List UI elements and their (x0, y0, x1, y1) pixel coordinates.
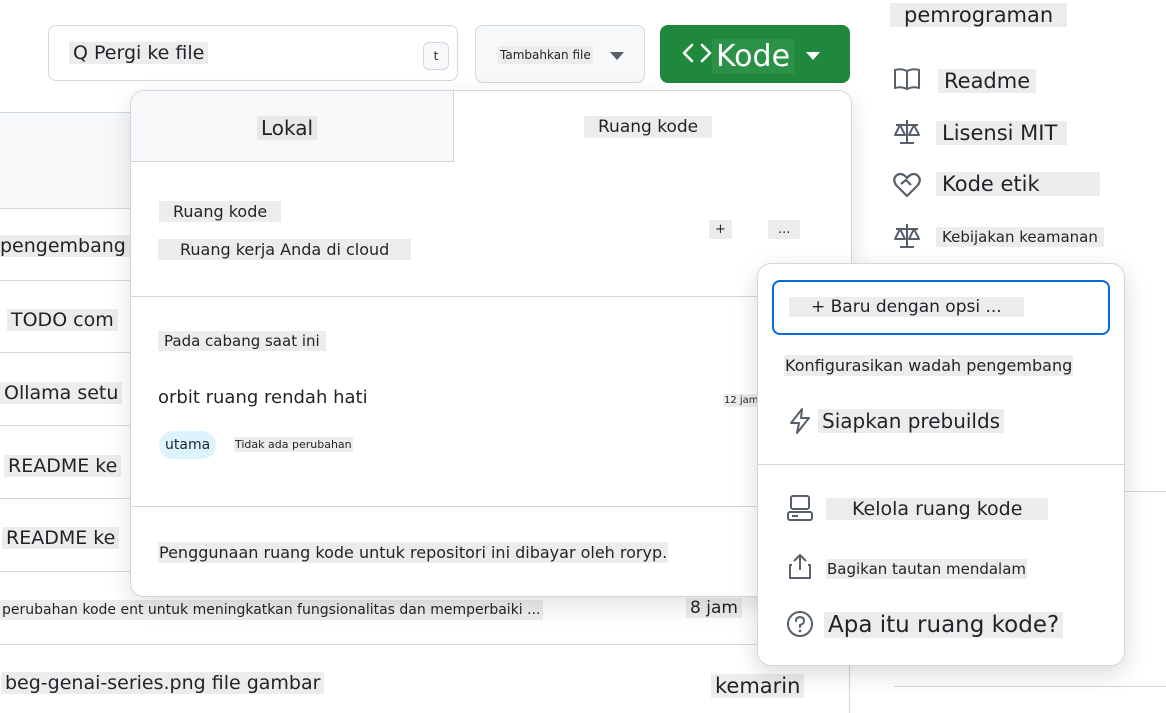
code-icon (682, 43, 712, 63)
branch-badge: utama (159, 431, 217, 459)
sidebar-divider (894, 686, 1166, 687)
add-file-label: Tambahkan file (498, 46, 593, 64)
tab-local[interactable]: Lokal (131, 91, 453, 161)
menu-item-new-with-options[interactable]: + Baru dengan opsi ... (772, 280, 1110, 335)
row-divider (0, 425, 140, 426)
file-row-time: 8 jam (686, 598, 742, 618)
tab-codespaces[interactable]: Ruang kode (453, 91, 851, 162)
go-to-file-search[interactable]: Q Pergi ke file t (48, 25, 458, 81)
file-row-time: kemarin (711, 674, 805, 698)
share-icon (789, 554, 811, 579)
zap-icon (790, 408, 810, 434)
codespace-name[interactable]: orbit ruang rendah hati (158, 387, 368, 408)
menu-item-label: Siapkan prebuilds (818, 409, 1005, 433)
menu-item-what-is-codespaces[interactable]: Apa itu ruang kode? (786, 610, 1116, 646)
codespace-options-menu: + Baru dengan opsi ... Konfigurasikan wa… (757, 263, 1125, 666)
server-icon (787, 495, 813, 521)
sidebar-item-label: Lisensi MIT (936, 121, 1068, 145)
sidebar-item-label: Kebijakan keamanan (936, 227, 1104, 247)
menu-item-share-deep-link[interactable]: Bagikan tautan mendalam (786, 552, 1116, 586)
menu-item-label: Apa itu ruang kode? (824, 612, 1064, 638)
branch-heading: Pada cabang saat ini (158, 331, 326, 351)
add-file-button[interactable]: Tambahkan file (475, 25, 645, 83)
code-button-label: Kode (712, 39, 795, 74)
menu-item-label: Bagikan tautan mendalam (826, 559, 1028, 579)
changes-status: Tidak ada perubahan (234, 437, 353, 452)
menu-item-manage-codespaces[interactable]: Kelola ruang kode (786, 494, 1116, 530)
menu-item-configure-dev-container[interactable]: Konfigurasikan wadah pengembang (784, 355, 1074, 376)
file-row-commit[interactable]: README ke (4, 455, 122, 477)
tab-label: Lokal (257, 116, 318, 140)
menu-item-prebuilds[interactable]: Siapkan prebuilds (786, 407, 1116, 443)
code-button[interactable]: Kode (660, 25, 850, 83)
file-row-commit[interactable]: TODO com (7, 309, 118, 331)
chevron-down-icon (806, 52, 820, 60)
row-divider (0, 352, 140, 353)
file-row-commit[interactable]: pengembang (0, 235, 130, 257)
scale-icon (894, 120, 920, 144)
keyboard-shortcut-hint: t (423, 42, 449, 70)
menu-divider (758, 464, 1124, 465)
codespace-last-used: 12 jam (723, 394, 760, 407)
more-options-button[interactable]: ... (768, 220, 801, 239)
row-divider (0, 644, 760, 645)
create-codespace-button[interactable]: + (709, 220, 732, 239)
menu-item-label: Kelola ruang kode (826, 498, 1049, 520)
sidebar-item-label: Readme (938, 69, 1037, 93)
file-row-commit[interactable]: README ke (2, 527, 120, 549)
chevron-down-icon (610, 52, 624, 60)
book-icon (894, 68, 920, 90)
sidebar-item-label: Kode etik (936, 172, 1100, 196)
billing-notice: Penggunaan ruang kode untuk repositori i… (158, 542, 669, 563)
codespaces-section-subtitle: Ruang kerja Anda di cloud (158, 239, 412, 260)
sidebar-heading: pemrograman (890, 3, 1068, 27)
section-divider (131, 506, 851, 507)
codespaces-section-title: Ruang kode (159, 201, 282, 222)
scale-icon (894, 224, 920, 248)
file-row-commit[interactable]: Ollama setu (0, 382, 123, 404)
search-input-text: Q Pergi ke file (69, 42, 209, 64)
file-row-commit[interactable]: beg-genai-series.png file gambar (1, 672, 325, 694)
row-divider (0, 280, 140, 281)
question-icon (787, 611, 813, 637)
file-row-commit[interactable]: perubahan kode ent untuk meningkatkan fu… (0, 600, 543, 620)
heart-handshake-icon (893, 172, 921, 198)
tab-label: Ruang kode (584, 116, 713, 138)
file-list-header (0, 112, 140, 209)
section-divider (131, 296, 851, 297)
code-dropdown-panel: Lokal Ruang kode Ruang kode Ruang kerja … (130, 90, 852, 597)
row-divider (0, 498, 140, 499)
menu-item-label: + Baru dengan opsi ... (789, 297, 1024, 317)
